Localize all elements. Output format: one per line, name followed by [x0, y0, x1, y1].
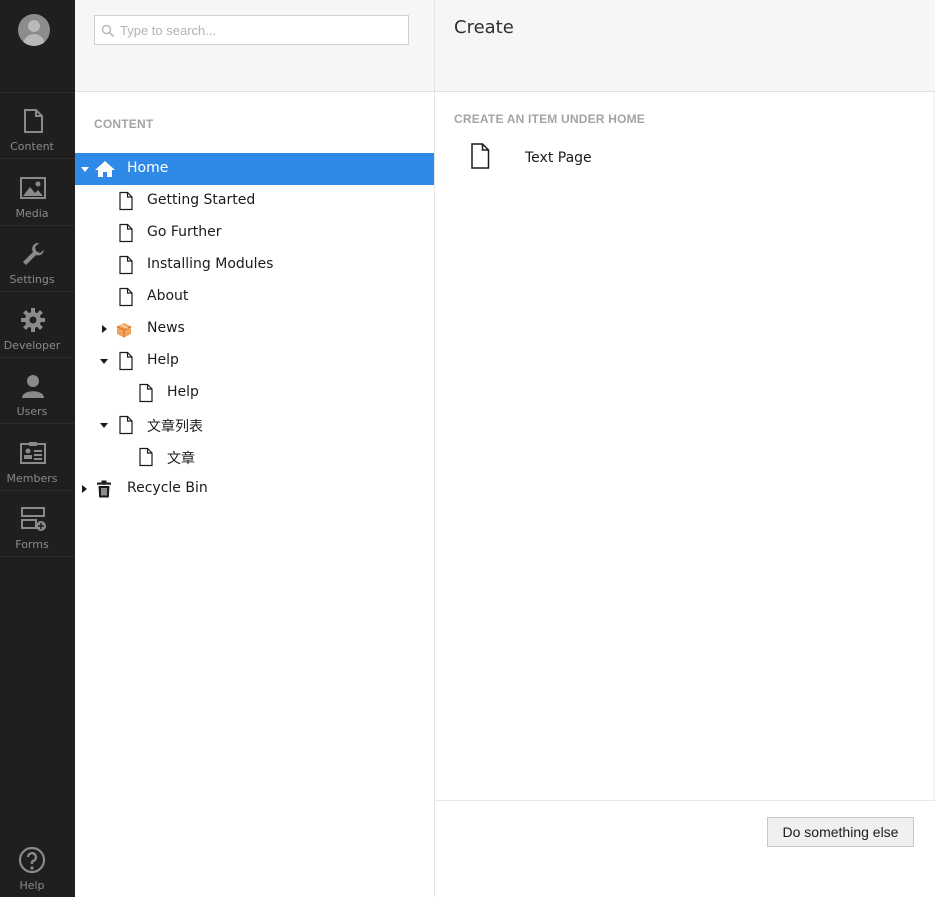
document-icon: [24, 109, 43, 133]
caret-right-icon[interactable]: [79, 484, 89, 494]
tree-node-getting-started[interactable]: Getting Started: [75, 185, 434, 217]
tree-node-label: Help: [147, 352, 179, 368]
tree-node-article-list[interactable]: 文章列表: [75, 409, 434, 441]
create-subtitle: CREATE AN ITEM UNDER HOME: [454, 112, 645, 126]
tree-node-label: Help: [167, 384, 199, 400]
document-icon: [119, 223, 133, 243]
wrench-icon: [23, 243, 44, 265]
package-icon: [116, 323, 132, 338]
tree-node-go-further[interactable]: Go Further: [75, 217, 434, 249]
tree-node-help-child[interactable]: Help: [75, 377, 434, 409]
nav-media[interactable]: Media: [0, 160, 75, 226]
nav-help[interactable]: Help: [0, 842, 75, 897]
tree-node-label: Home: [127, 160, 169, 176]
nav-forms[interactable]: Forms: [0, 491, 75, 557]
nav-members[interactable]: Members: [0, 425, 75, 491]
tree-node-recycle-bin[interactable]: Recycle Bin: [75, 473, 434, 505]
search-input[interactable]: [94, 15, 409, 45]
document-icon: [119, 287, 133, 307]
tree-node-label: About: [147, 288, 189, 304]
nav-users[interactable]: Users: [0, 358, 75, 424]
id-card-icon: [20, 442, 46, 464]
caret-down-icon[interactable]: [99, 420, 109, 430]
tree-node-about[interactable]: About: [75, 281, 434, 313]
tree-node-label: Go Further: [147, 224, 222, 240]
content-tree-panel: CONTENT Home Getting Started Go Further …: [75, 0, 435, 897]
document-icon: [119, 255, 133, 275]
gear-icon: [21, 308, 45, 332]
nav-content[interactable]: Content: [0, 93, 75, 159]
tree-node-home[interactable]: Home: [75, 153, 434, 185]
tree-node-label: Getting Started: [147, 192, 256, 208]
document-icon: [139, 383, 153, 403]
user-icon: [22, 375, 44, 398]
nav-settings-label: Settings: [9, 273, 55, 286]
tree-node-label: Recycle Bin: [127, 480, 208, 496]
nav-developer-label: Developer: [3, 339, 61, 352]
tree-node-label: News: [147, 320, 185, 336]
tree-node-label: 文章: [167, 451, 195, 467]
nav-developer[interactable]: Developer: [0, 292, 75, 358]
panel-header: Create: [435, 0, 935, 92]
main-navigation-rail: Content Media Settings Developer Users M…: [0, 0, 75, 897]
nav-users-label: Users: [16, 405, 48, 418]
panel-footer: Do something else: [435, 800, 935, 897]
nav-forms-label: Forms: [15, 538, 49, 551]
caret-down-icon[interactable]: [99, 356, 109, 366]
do-something-else-button[interactable]: Do something else: [767, 817, 914, 847]
document-icon: [119, 351, 133, 371]
create-item-text-page[interactable]: Text Page: [454, 138, 754, 178]
create-panel: Create CREATE AN ITEM UNDER HOME Text Pa…: [435, 0, 935, 897]
search-icon: [101, 24, 115, 38]
search-area: [75, 0, 434, 92]
trash-icon: [97, 480, 111, 498]
document-icon: [471, 143, 490, 169]
tree-section-label: CONTENT: [94, 117, 154, 131]
tree-node-news[interactable]: News: [75, 313, 434, 345]
nav-content-label: Content: [10, 140, 54, 153]
document-icon: [139, 447, 153, 467]
user-avatar[interactable]: [18, 14, 50, 46]
caret-down-icon[interactable]: [80, 164, 90, 174]
nav-settings[interactable]: Settings: [0, 226, 75, 292]
help-icon: [18, 846, 46, 874]
caret-right-icon[interactable]: [99, 324, 109, 334]
nav-help-label: Help: [19, 879, 45, 892]
forms-icon: [21, 507, 46, 531]
tree-node-installing-modules[interactable]: Installing Modules: [75, 249, 434, 281]
tree-node-label: 文章列表: [147, 419, 203, 435]
nav-members-label: Members: [6, 472, 58, 485]
document-icon: [119, 191, 133, 211]
tree-node-label: Installing Modules: [147, 256, 274, 272]
create-item-label: Text Page: [525, 150, 592, 166]
home-icon: [95, 161, 115, 177]
page-title: Create: [454, 17, 514, 38]
image-icon: [20, 177, 46, 199]
tree-node-help[interactable]: Help: [75, 345, 434, 377]
tree-node-article[interactable]: 文章: [75, 441, 434, 473]
nav-media-label: Media: [15, 207, 49, 220]
document-icon: [119, 415, 133, 435]
